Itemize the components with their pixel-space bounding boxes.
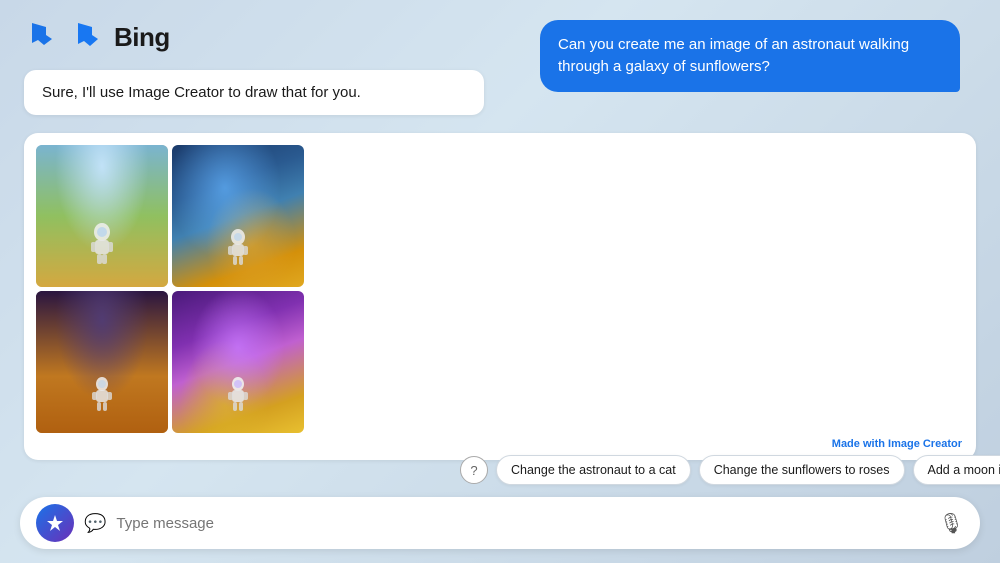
chat-area: Sure, I'll use Image Creator to draw tha… — [0, 66, 1000, 460]
microphone-icon[interactable]: 🎙 — [939, 511, 964, 536]
generated-image-2[interactable] — [172, 145, 304, 287]
astronaut-svg-1 — [88, 222, 116, 266]
chip1-label: Change the astronaut to a cat — [511, 463, 676, 477]
astronaut-svg-3 — [91, 376, 113, 412]
user-message-bubble: Can you create me an image of an astrona… — [540, 20, 960, 92]
suggestions-row: ? Change the astronaut to a cat Change t… — [460, 455, 980, 485]
generated-image-1[interactable] — [36, 145, 168, 287]
help-label: ? — [470, 463, 477, 478]
made-with-link[interactable]: Image Creator — [888, 438, 962, 450]
astronaut-svg-2 — [226, 228, 250, 266]
bot-message-text: Sure, I'll use Image Creator to draw tha… — [42, 84, 361, 101]
chip3-label: Add a moon in the background — [928, 463, 1000, 477]
image-grid-container: Made with Image Creator — [24, 133, 976, 460]
image-grid — [36, 145, 304, 433]
message-input[interactable] — [116, 515, 928, 532]
made-with-label: Made with Image Creator — [36, 433, 964, 452]
spark-icon — [45, 513, 65, 533]
bing-logo-container: Bing — [24, 18, 170, 56]
suggestion-chip-2[interactable]: Change the sunflowers to roses — [699, 455, 905, 485]
astronaut-svg-4 — [227, 376, 249, 412]
bing-logo-icon — [24, 19, 60, 55]
suggestion-chip-3[interactable]: Add a moon in the background — [913, 455, 1000, 485]
generated-image-4[interactable] — [172, 291, 304, 433]
bot-message-bubble: Sure, I'll use Image Creator to draw tha… — [24, 70, 484, 115]
made-with-prefix: Made with — [832, 438, 888, 450]
chip2-label: Change the sunflowers to roses — [714, 463, 890, 477]
bing-title: Bing — [114, 22, 170, 53]
input-bar: 💬 🎙 — [20, 497, 980, 549]
suggestion-chip-1[interactable]: Change the astronaut to a cat — [496, 455, 691, 485]
bing-logo-icon-b — [68, 18, 106, 56]
spark-button[interactable] — [36, 504, 74, 542]
chat-icon: 💬 — [84, 513, 106, 534]
user-message-text: Can you create me an image of an astrona… — [558, 36, 909, 75]
generated-image-3[interactable] — [36, 291, 168, 433]
help-icon[interactable]: ? — [460, 456, 488, 484]
